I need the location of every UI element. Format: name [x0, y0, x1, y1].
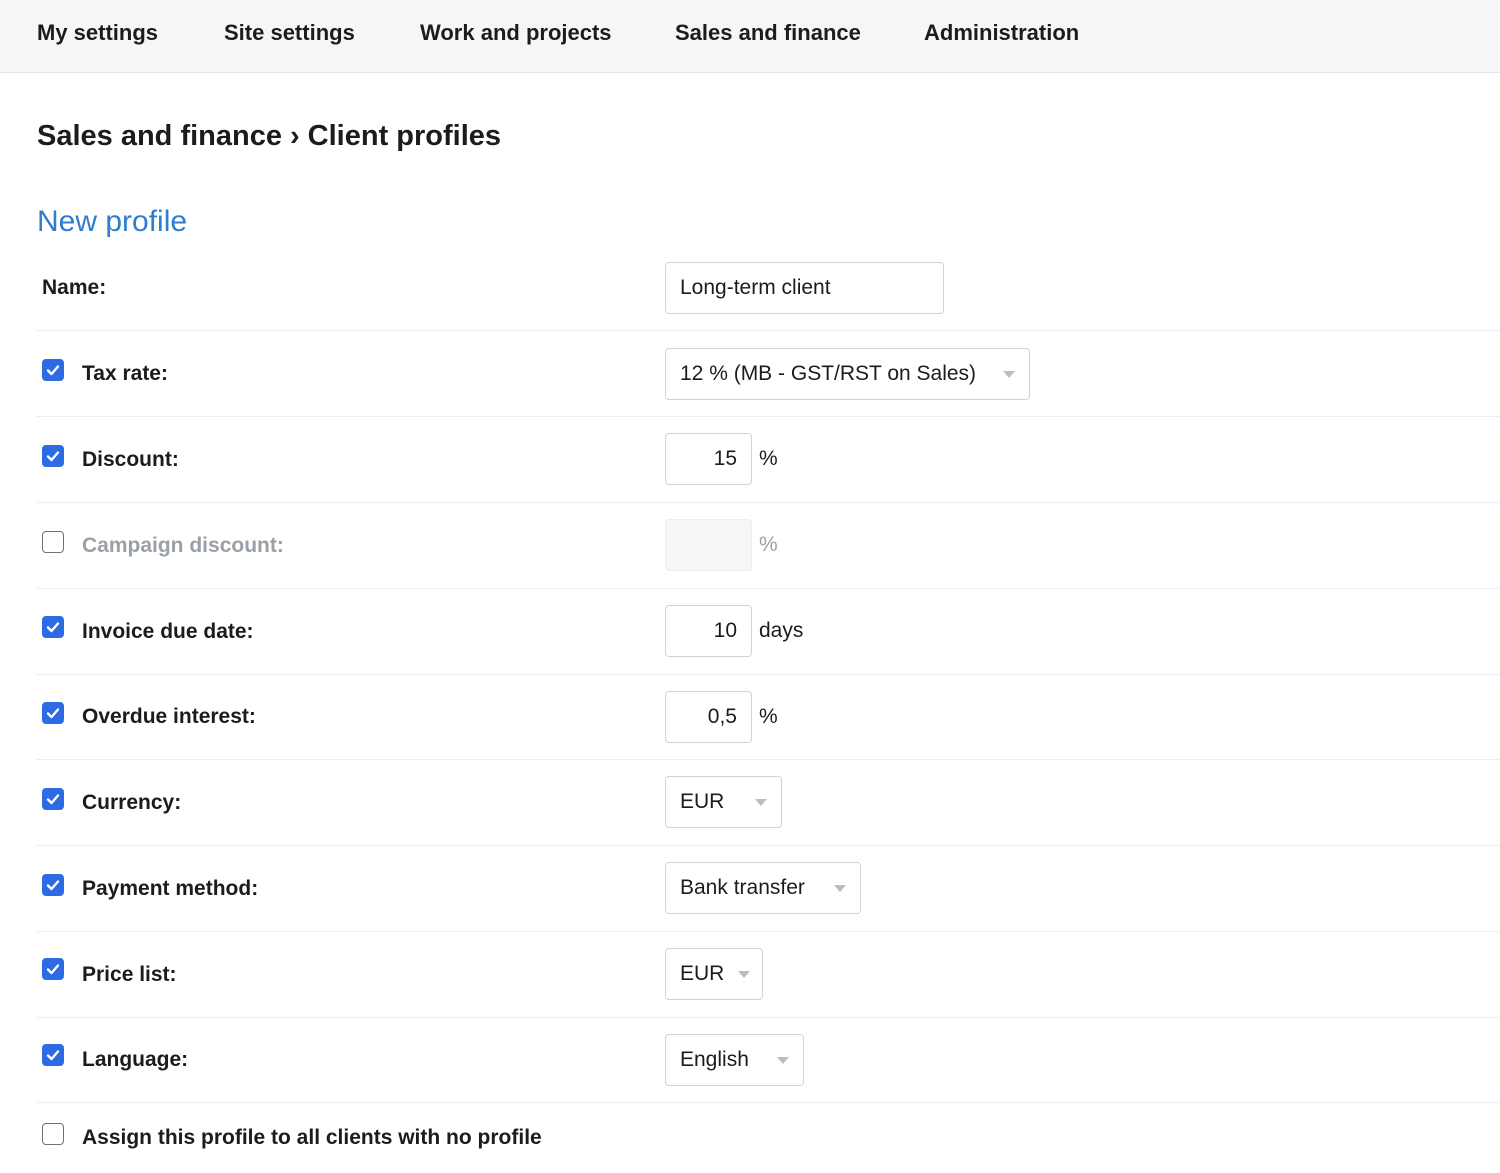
- tax-rate-label: Tax rate:: [82, 361, 168, 385]
- nav-item-administration[interactable]: Administration: [924, 20, 1079, 46]
- form-row-assign-all: Assign this profile to all clients with …: [36, 1103, 1500, 1170]
- chevron-down-icon: [834, 884, 846, 892]
- checkmark-icon: [46, 964, 60, 975]
- discount-checkbox[interactable]: [42, 445, 64, 467]
- overdue-interest-input[interactable]: 0,5: [665, 691, 752, 743]
- checkmark-icon: [46, 1050, 60, 1061]
- price-list-label: Price list:: [82, 962, 177, 986]
- breadcrumb: Sales and finance › Client profiles: [37, 120, 501, 153]
- payment-method-value: Bank transfer: [680, 876, 805, 899]
- assign-all-label: Assign this profile to all clients with …: [82, 1126, 542, 1149]
- form-row-currency: Currency: EUR: [36, 760, 1500, 846]
- form-row-name: Name: Long-term client: [36, 245, 1500, 331]
- chevron-down-icon: [755, 798, 767, 806]
- payment-method-label: Payment method:: [82, 876, 259, 900]
- chevron-down-icon: [1003, 370, 1015, 378]
- breadcrumb-separator: ›: [290, 120, 300, 152]
- currency-select[interactable]: EUR: [665, 776, 782, 828]
- checkmark-icon: [46, 622, 60, 633]
- checkmark-icon: [46, 794, 60, 805]
- campaign-discount-input: [665, 519, 752, 571]
- invoice-due-date-input[interactable]: 10: [665, 605, 752, 657]
- section-title: New profile: [37, 205, 188, 238]
- checkmark-icon: [46, 365, 60, 376]
- campaign-discount-label: Campaign discount:: [82, 533, 284, 557]
- price-list-select[interactable]: EUR: [665, 948, 763, 1000]
- language-select[interactable]: English: [665, 1034, 804, 1086]
- checkmark-icon: [46, 880, 60, 891]
- invoice-due-date-label: Invoice due date:: [82, 619, 254, 643]
- name-input[interactable]: Long-term client: [665, 262, 944, 314]
- campaign-discount-checkbox[interactable]: [42, 531, 64, 553]
- form-row-invoice-due-date: Invoice due date: 10 days: [36, 589, 1500, 675]
- nav-item-work-and-projects[interactable]: Work and projects: [420, 20, 612, 46]
- form-row-overdue-interest: Overdue interest: 0,5 %: [36, 674, 1500, 760]
- payment-method-select[interactable]: Bank transfer: [665, 862, 861, 914]
- discount-input[interactable]: 15: [665, 433, 752, 485]
- chevron-down-icon: [777, 1056, 789, 1064]
- overdue-interest-checkbox[interactable]: [42, 702, 64, 724]
- discount-unit: %: [759, 447, 778, 470]
- form-row-language: Language: English: [36, 1017, 1500, 1103]
- checkmark-icon: [46, 451, 60, 462]
- page-title: Client profiles: [307, 120, 502, 152]
- checkmark-icon: [46, 708, 60, 719]
- language-label: Language:: [82, 1047, 189, 1071]
- breadcrumb-parent[interactable]: Sales and finance: [37, 120, 282, 152]
- price-list-checkbox[interactable]: [42, 958, 64, 980]
- form-row-campaign-discount: Campaign discount: %: [36, 503, 1500, 589]
- form-row-payment-method: Payment method: Bank transfer: [36, 846, 1500, 932]
- overdue-interest-unit: %: [759, 705, 778, 728]
- form-row-discount: Discount: 15 %: [36, 417, 1500, 503]
- discount-label: Discount:: [82, 447, 179, 471]
- nav-item-site-settings[interactable]: Site settings: [224, 20, 355, 46]
- campaign-discount-unit: %: [759, 533, 778, 556]
- language-value: English: [680, 1048, 749, 1071]
- top-navigation: My settings Site settings Work and proje…: [0, 0, 1500, 73]
- form-row-tax-rate: Tax rate: 12 % (MB - GST/RST on Sales): [36, 331, 1500, 417]
- payment-method-checkbox[interactable]: [42, 874, 64, 896]
- form-row-price-list: Price list: EUR: [36, 932, 1500, 1018]
- nav-item-sales-and-finance[interactable]: Sales and finance: [675, 20, 861, 46]
- name-label: Name:: [42, 275, 107, 299]
- overdue-interest-label: Overdue interest:: [82, 704, 256, 728]
- tax-rate-value: 12 % (MB - GST/RST on Sales): [680, 362, 977, 385]
- chevron-down-icon: [738, 970, 751, 978]
- currency-value: EUR: [680, 790, 725, 813]
- language-checkbox[interactable]: [42, 1044, 64, 1066]
- tax-rate-select[interactable]: 12 % (MB - GST/RST on Sales): [665, 348, 1030, 400]
- nav-item-my-settings[interactable]: My settings: [37, 20, 158, 46]
- tax-rate-checkbox[interactable]: [42, 359, 64, 381]
- price-list-value: EUR: [680, 962, 725, 985]
- assign-all-checkbox[interactable]: [42, 1123, 64, 1145]
- invoice-due-date-unit: days: [759, 619, 804, 642]
- currency-label: Currency:: [82, 790, 182, 814]
- invoice-due-date-checkbox[interactable]: [42, 616, 64, 638]
- currency-checkbox[interactable]: [42, 788, 64, 810]
